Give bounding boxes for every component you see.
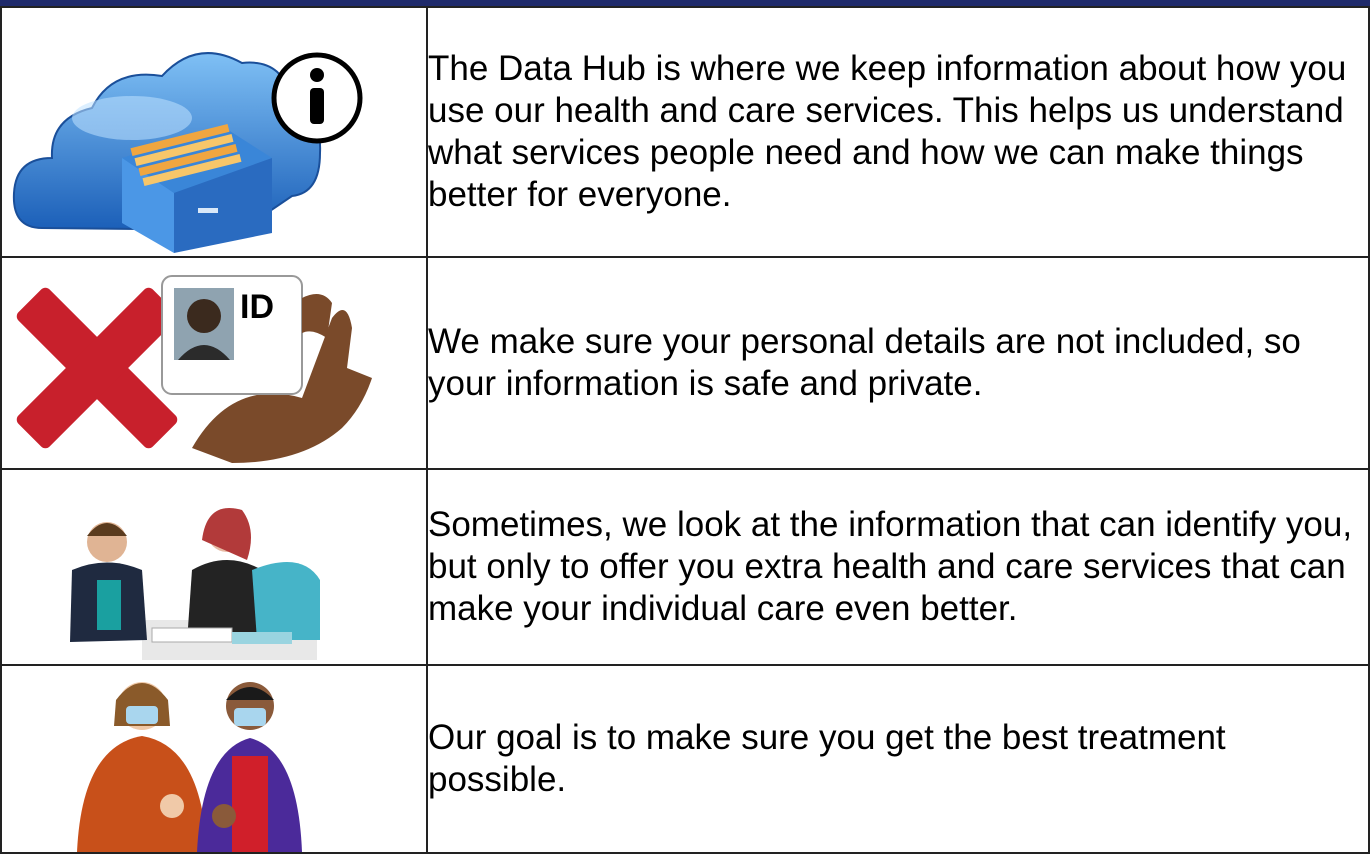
table-row: ID We make sure your personal details ar… [0, 256, 1370, 470]
id-card-icon: ID [161, 275, 372, 463]
image-cell: ID [0, 256, 428, 470]
easy-read-table: The Data Hub is where we keep informatio… [0, 6, 1370, 854]
info-icon [271, 52, 363, 144]
image-cell [0, 468, 428, 666]
image-cell [0, 6, 428, 258]
row-text: Sometimes, we look at the information th… [426, 468, 1370, 666]
table-row: The Data Hub is where we keep informatio… [0, 6, 1370, 258]
table-row: Our goal is to make sure you get the bes… [0, 664, 1370, 854]
masked-people-thumbs-up-illustration [77, 682, 302, 852]
table-row: Sometimes, we look at the information th… [0, 468, 1370, 666]
row-text: Our goal is to make sure you get the bes… [426, 664, 1370, 854]
row-text: The Data Hub is where we keep informatio… [426, 6, 1370, 258]
row-text: We make sure your personal details are n… [426, 256, 1370, 470]
easy-read-page: The Data Hub is where we keep informatio… [0, 0, 1370, 856]
people-at-computer-illustration [70, 508, 320, 660]
id-card-label: ID [240, 288, 274, 326]
image-cell [0, 664, 428, 854]
